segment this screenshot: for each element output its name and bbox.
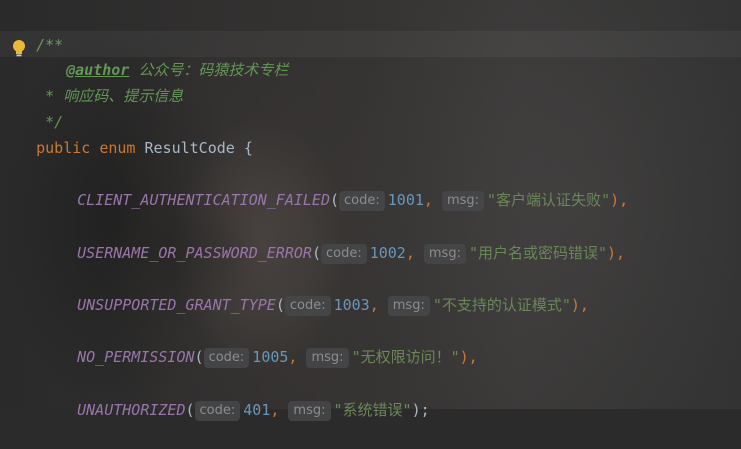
open-brace: { xyxy=(243,139,253,157)
code-value: 1001 xyxy=(387,191,424,209)
enum-constant-line: NO_PERMISSION(code: 1005, msg: "无权限访问！"), xyxy=(77,348,478,368)
code-value: 1005 xyxy=(252,348,289,366)
enum-keyword: enum xyxy=(99,139,136,157)
param-hint-msg: msg: xyxy=(387,296,430,316)
code-value: 1002 xyxy=(369,244,406,262)
param-hint-code: code: xyxy=(284,296,331,316)
constant-name: USERNAME_OR_PASSWORD_ERROR xyxy=(77,244,312,262)
param-hint-msg: msg: xyxy=(306,348,349,368)
constant-name: UNSUPPORTED_GRANT_TYPE xyxy=(77,296,276,314)
param-hint-code: code: xyxy=(320,244,367,264)
enum-constant-line: CLIENT_AUTHENTICATION_FAILED(code: 1001, … xyxy=(77,191,629,211)
param-hint-code: code: xyxy=(203,348,250,368)
msg-value: "系统错误" xyxy=(333,401,412,419)
constant-name: NO_PERMISSION xyxy=(77,348,195,366)
code-value: 401 xyxy=(243,401,271,419)
param-hint-msg: msg: xyxy=(423,244,466,264)
line-end: ), xyxy=(607,244,626,262)
modifier-keyword: public xyxy=(36,139,91,157)
line-end: ), xyxy=(610,191,629,209)
line-end: ), xyxy=(570,296,589,314)
constant-name: CLIENT_AUTHENTICATION_FAILED xyxy=(77,191,330,209)
code-line-4: */ xyxy=(0,83,741,131)
code-value: 1003 xyxy=(333,296,370,314)
constant-name: UNAUTHORIZED xyxy=(77,401,186,419)
enum-declaration-line: public enum ResultCode { xyxy=(0,109,741,157)
line-end: ); xyxy=(411,401,430,419)
code-line-1: /** xyxy=(0,6,741,54)
code-line-3: * 响应码、提示信息 xyxy=(0,57,741,105)
param-hint-code: code: xyxy=(339,191,385,211)
msg-value: "不支持的认证模式" xyxy=(432,296,571,314)
msg-value: "用户名或密码错误" xyxy=(468,244,608,262)
param-hint-msg: msg: xyxy=(441,191,485,211)
enum-name: ResultCode xyxy=(144,139,235,157)
msg-value: "无权限访问！" xyxy=(351,348,460,366)
param-hint-msg: msg: xyxy=(288,401,331,421)
code-line-2: @author 公众号：码猿技术专栏 xyxy=(0,31,741,79)
line-end: ), xyxy=(459,348,478,366)
enum-constant-line: UNAUTHORIZED(code: 401, msg: "系统错误"); xyxy=(77,401,430,421)
code-editor[interactable]: /** @author 公众号：码猿技术专栏 * 响应码、提示信息 */ pub… xyxy=(0,0,741,421)
enum-constant-line: USERNAME_OR_PASSWORD_ERROR(code: 1002, ms… xyxy=(77,244,626,264)
param-hint-code: code: xyxy=(194,401,241,421)
msg-value: "客户端认证失败" xyxy=(487,191,611,209)
enum-constant-line: UNSUPPORTED_GRANT_TYPE(code: 1003, msg: "不… xyxy=(77,296,589,316)
